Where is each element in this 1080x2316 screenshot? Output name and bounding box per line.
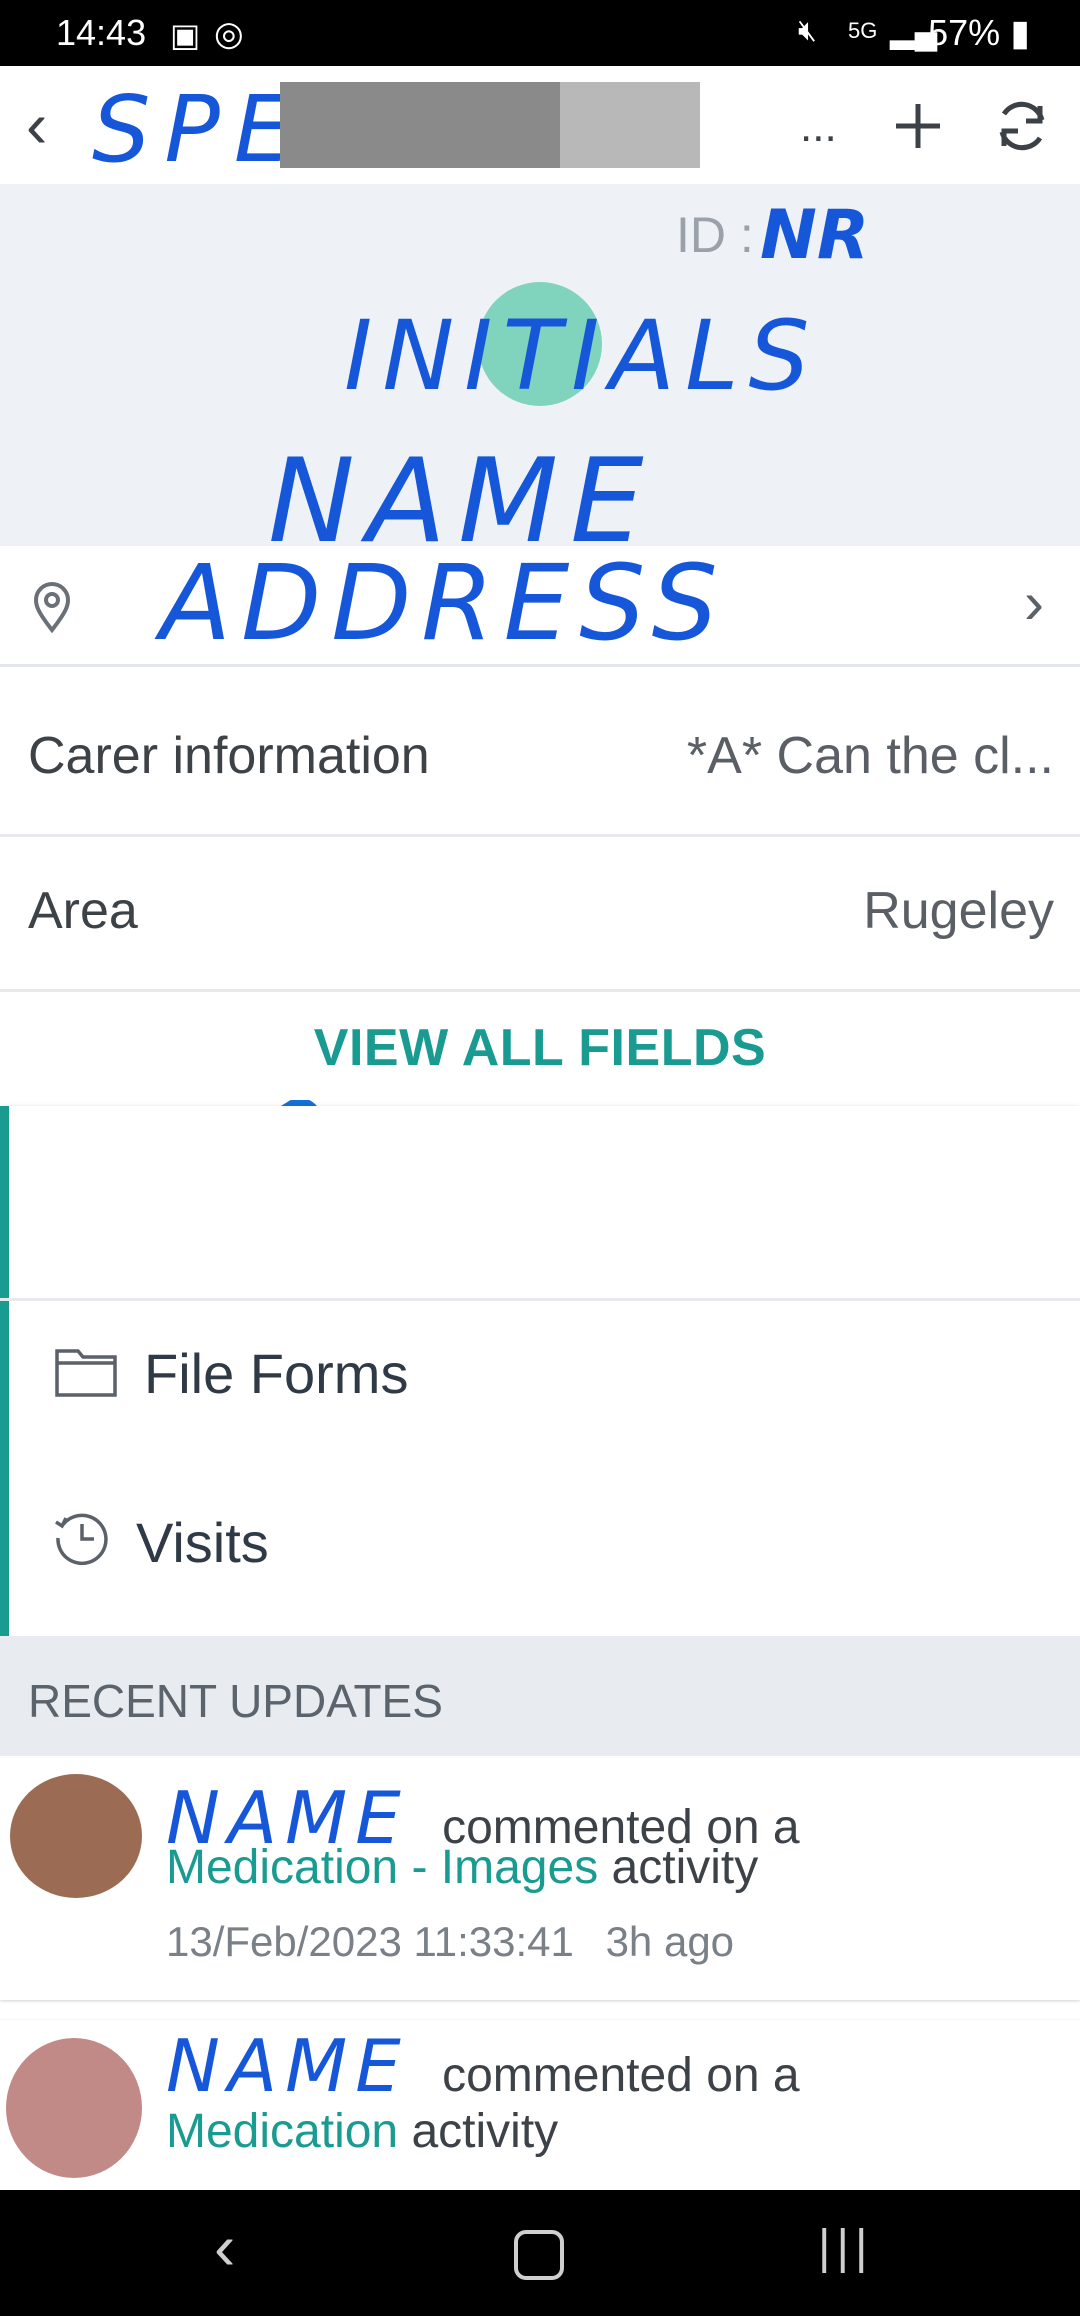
handwritten-address: ADDRESS bbox=[160, 542, 728, 664]
menu-item-visits[interactable]: Visits bbox=[0, 1470, 1080, 1610]
update-action: commented on a bbox=[442, 2049, 800, 2102]
update-text: Medication activity bbox=[166, 2104, 558, 2159]
mute-icon: 🔇︎ bbox=[798, 14, 817, 47]
field-row-area: Area Rugeley bbox=[0, 837, 1080, 992]
update-relative-time: 3h ago bbox=[605, 1918, 735, 1965]
battery-indicator: 57% ▮ bbox=[928, 12, 1030, 53]
menu-item-file-forms[interactable]: File Forms bbox=[0, 1298, 1080, 1441]
update-suffix: activity bbox=[411, 2105, 559, 2158]
plus-icon[interactable] bbox=[890, 98, 946, 154]
folder-icon bbox=[55, 1349, 117, 1397]
field-row-carer-information: Carer information *A* Can the cl... bbox=[0, 682, 1080, 837]
field-value: Rugeley bbox=[863, 882, 1054, 940]
gallery-notification-icon: ▣ bbox=[170, 17, 201, 53]
clock-history-icon bbox=[55, 1513, 108, 1566]
back-chevron-icon[interactable]: ‹ bbox=[26, 88, 47, 162]
field-label: Area bbox=[28, 882, 138, 940]
id-label: ID : bbox=[676, 207, 754, 263]
redaction-block bbox=[560, 82, 700, 168]
shazam-notification-icon: ◎ bbox=[214, 15, 244, 53]
avatar bbox=[10, 1774, 142, 1898]
activity-link[interactable]: Medication bbox=[166, 2105, 398, 2158]
nav-back-icon[interactable]: ‹ bbox=[214, 2210, 235, 2284]
section-heading: RECENT UPDATES bbox=[28, 1675, 443, 1727]
recent-updates-header: RECENT UPDATES bbox=[0, 1636, 1080, 1756]
update-item[interactable]: NAME commented on a Medication - Images … bbox=[0, 1758, 1080, 2000]
update-text: NAME commented on a bbox=[166, 2024, 800, 2108]
address-row[interactable]: ADDRESS › bbox=[0, 542, 1080, 667]
chevron-right-icon: › bbox=[1024, 569, 1044, 636]
client-profile-card: ID : NR INITIALS NAME bbox=[0, 184, 1080, 569]
update-text: Medication - Images activity bbox=[166, 1840, 758, 1895]
status-bar: 14:43 ▣ ◎ 🔇︎ 5G ▂▄ 57% ▮ bbox=[0, 0, 1080, 66]
handwritten-user-name: NAME bbox=[166, 2024, 409, 2108]
activity-link[interactable]: Medication - Images bbox=[166, 1841, 598, 1894]
menu-item-label: File Forms bbox=[144, 1342, 409, 1405]
nav-recents-icon[interactable]: ||| bbox=[818, 2220, 873, 2275]
update-meta: 13/Feb/2023 11:33:41 3h ago bbox=[166, 1918, 734, 1966]
update-suffix: activity bbox=[611, 1841, 759, 1894]
handwritten-initials: INITIALS bbox=[344, 300, 820, 412]
menu-item-label: Visits bbox=[136, 1511, 269, 1574]
navigation-menu: File Forms Visits bbox=[0, 1106, 1080, 1636]
refresh-icon[interactable] bbox=[990, 94, 1054, 158]
field-value: *A* Can the cl... bbox=[686, 727, 1054, 785]
location-pin-icon bbox=[33, 582, 71, 634]
nav-home-icon[interactable] bbox=[514, 2230, 564, 2280]
network-5g-icon: 5G bbox=[848, 18, 878, 43]
handwritten-id: NR bbox=[760, 196, 870, 275]
system-navigation-bar: ‹ ||| bbox=[0, 2190, 1080, 2316]
avatar bbox=[6, 2038, 142, 2178]
app-header: ‹ SPEC ... bbox=[0, 66, 1080, 186]
update-timestamp: 13/Feb/2023 11:33:41 bbox=[166, 1918, 574, 1965]
status-time: 14:43 bbox=[56, 12, 147, 53]
update-item[interactable]: NAME commented on a Medication activity bbox=[0, 2020, 1080, 2190]
field-label: Carer information bbox=[28, 727, 430, 785]
view-all-fields-button[interactable]: VIEW ALL FIELDS bbox=[0, 1018, 1080, 1078]
more-menu-button[interactable]: ... bbox=[800, 102, 837, 152]
